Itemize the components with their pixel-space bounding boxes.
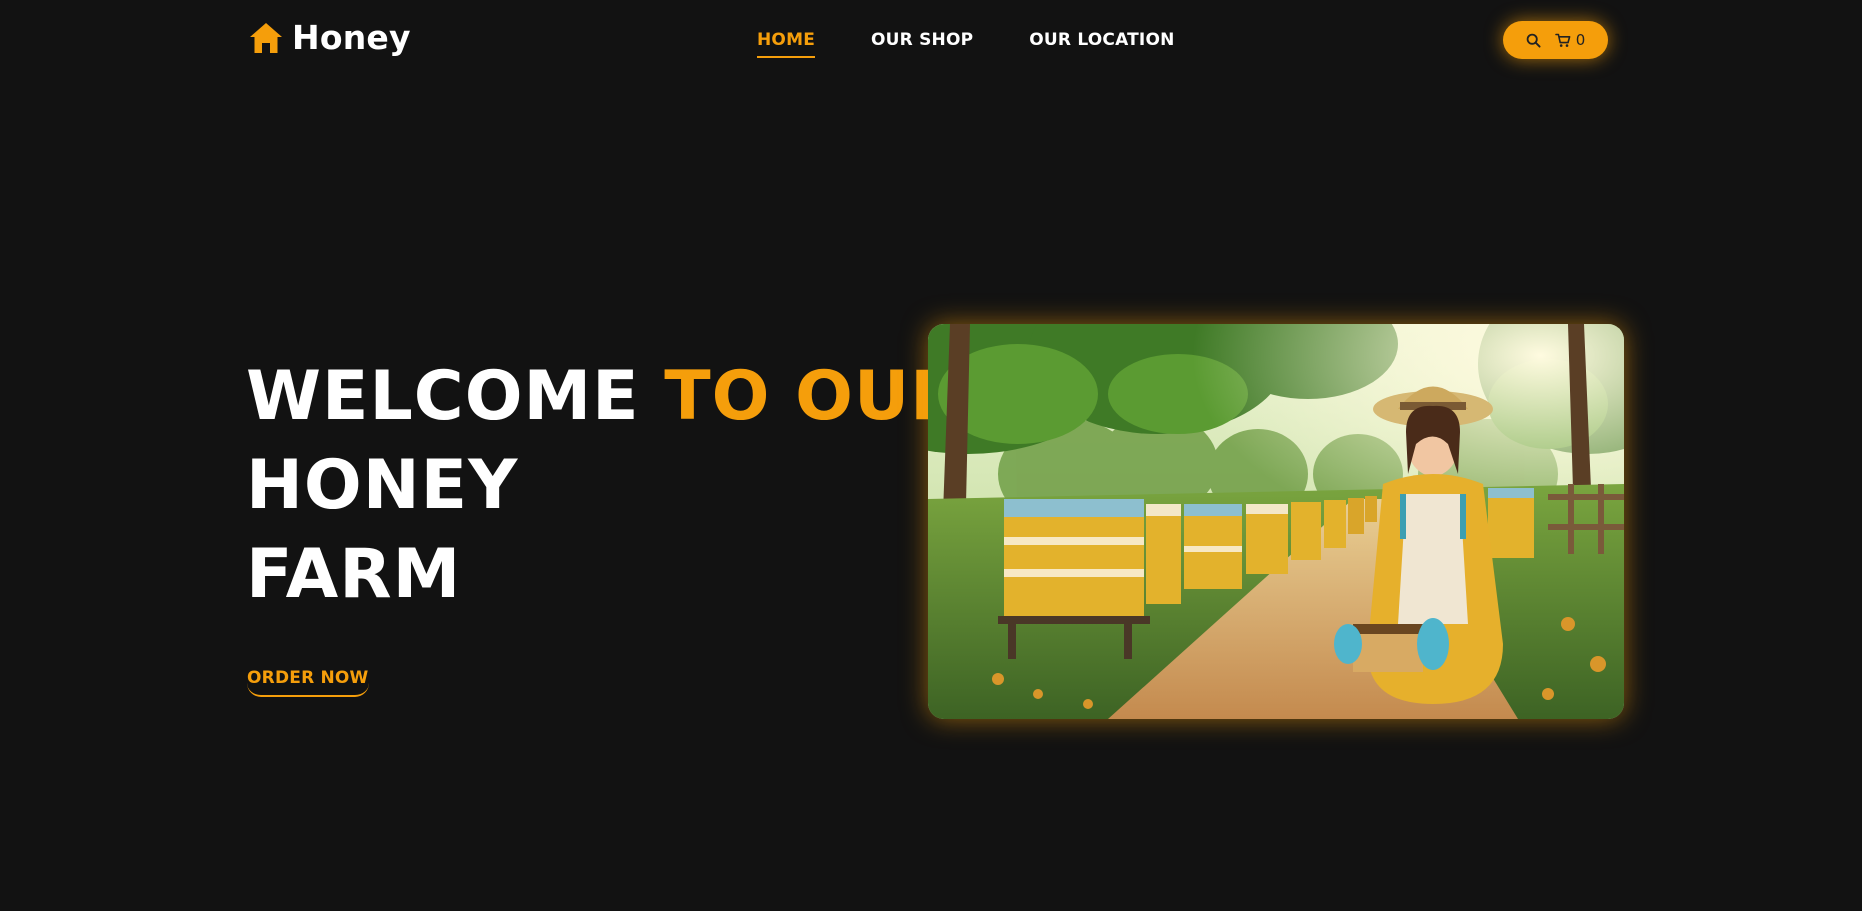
logo-link[interactable]: Honey <box>248 18 411 58</box>
cart-icon <box>1554 33 1571 47</box>
house-icon <box>250 23 282 53</box>
hero-title-line-1: WELCOME TO OUR <box>246 352 964 441</box>
order-now-button[interactable]: ORDER NOW <box>247 667 369 697</box>
hero-title-line-2: HONEY <box>246 446 519 525</box>
search-button[interactable] <box>1526 33 1541 48</box>
page: Honey HOME OUR SHOP OUR LOCATION 0 WELCO… <box>0 0 1862 911</box>
nav-our-location[interactable]: OUR LOCATION <box>1029 28 1174 58</box>
cart-button[interactable]: 0 <box>1554 31 1586 49</box>
hero-title: WELCOME TO OUR HONEY FARM <box>246 352 964 619</box>
nav-our-shop[interactable]: OUR SHOP <box>871 28 973 58</box>
hero-title-accent: TO OUR <box>664 357 964 436</box>
hero-title-line-3: FARM <box>246 535 462 614</box>
header-actions: 0 <box>1503 21 1608 59</box>
beekeeper-illustration <box>928 324 1624 719</box>
search-icon <box>1526 33 1541 48</box>
main-nav: HOME OUR SHOP OUR LOCATION <box>757 28 1175 58</box>
nav-home[interactable]: HOME <box>757 28 816 58</box>
cart-count: 0 <box>1575 31 1586 49</box>
hero-image <box>928 324 1624 719</box>
hero-title-welcome: WELCOME <box>246 357 665 436</box>
brand-name: Honey <box>292 18 411 57</box>
